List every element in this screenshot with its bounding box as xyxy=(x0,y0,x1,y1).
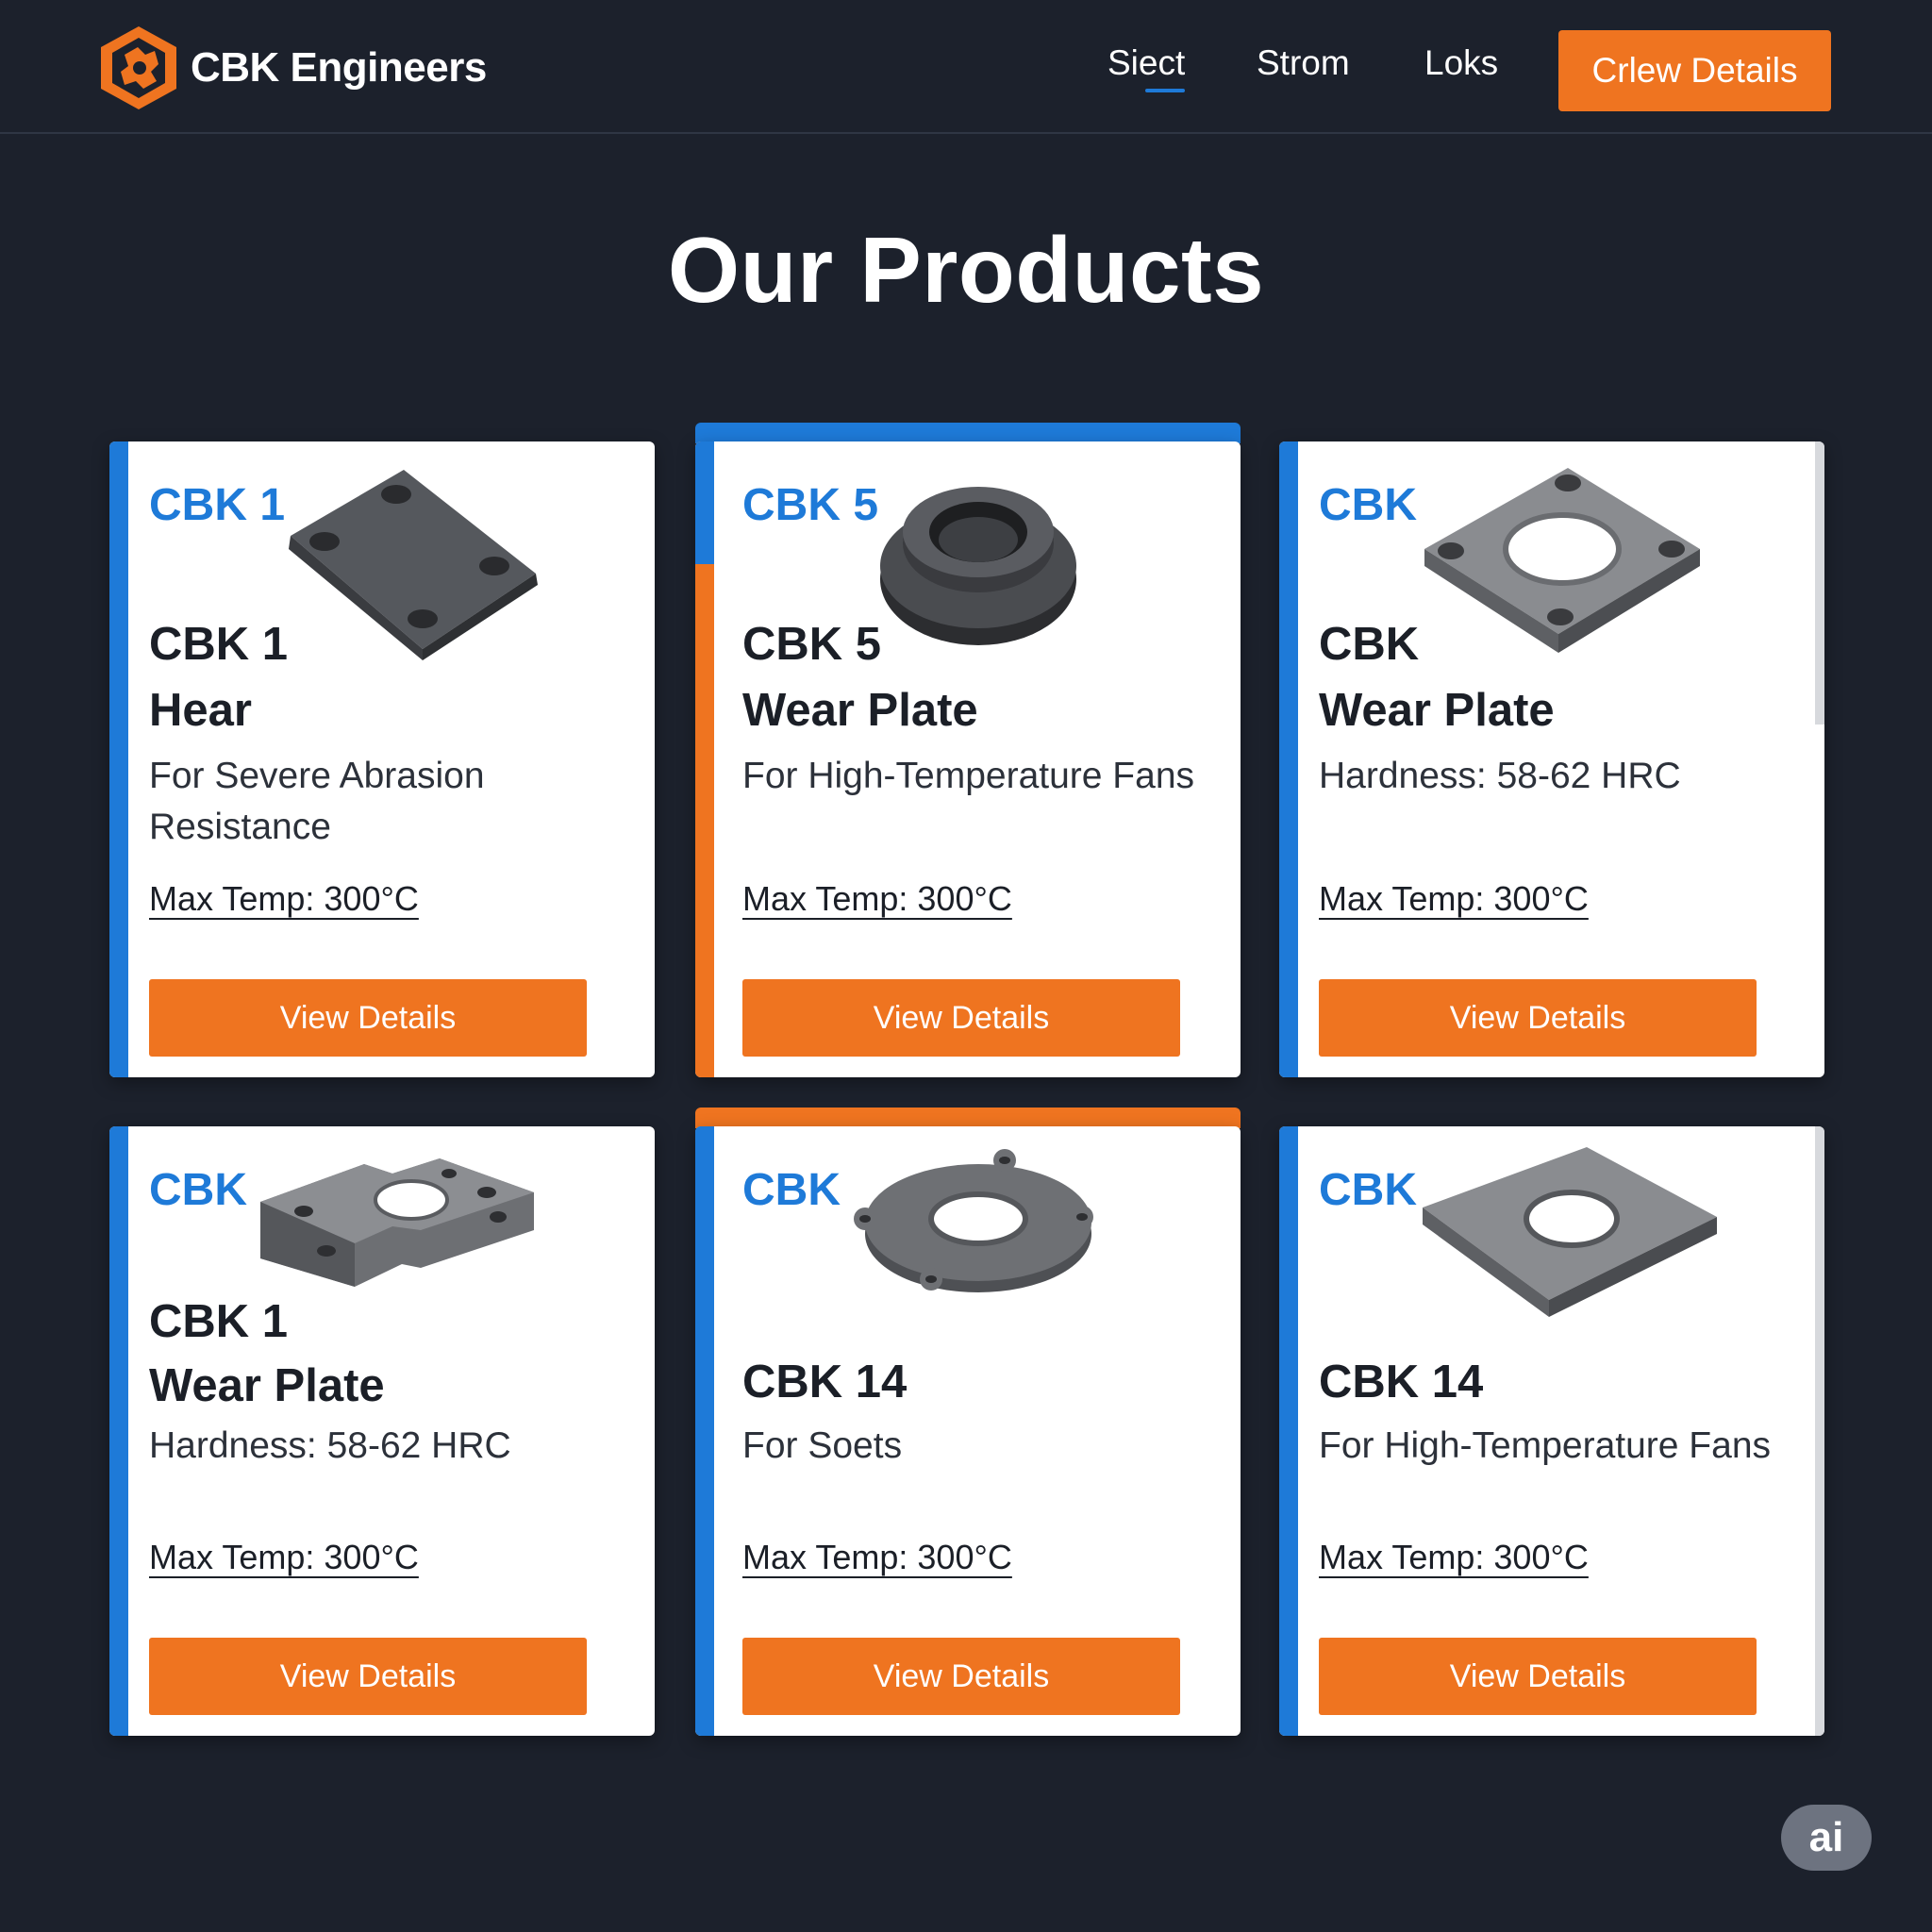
product-code: CBK xyxy=(1319,1165,1417,1215)
product-description: For Severe Abrasion Resistance xyxy=(149,756,485,847)
product-max-temp: Max Temp: 300°C xyxy=(149,1538,419,1576)
product-card: CBK CBK 14 For High-Temperature Fans Max… xyxy=(1279,1126,1824,1736)
card-accent-stripe xyxy=(109,1126,128,1736)
view-details-button[interactable]: View Details xyxy=(742,1638,1180,1715)
card-accent-stripe xyxy=(1279,1126,1298,1736)
product-name: CBK 14 xyxy=(1319,1357,1484,1407)
card-accent-stripe xyxy=(695,441,714,1077)
round-flange-icon xyxy=(854,1149,1093,1292)
product-max-temp: Max Temp: 300°C xyxy=(742,879,1012,918)
product-card: CBK CBK 14 For Soets Max Temp: 300°C Vie… xyxy=(695,1126,1241,1736)
product-max-temp: Max Temp: 300°C xyxy=(149,879,419,918)
product-code: CBK xyxy=(1319,480,1417,530)
card-accent-stripe xyxy=(695,1126,714,1736)
view-details-button[interactable]: View Details xyxy=(1319,1638,1757,1715)
product-subname: Wear Plate xyxy=(1319,685,1555,736)
product-code: CBK 1 xyxy=(149,480,286,530)
product-subname: Wear Plate xyxy=(742,685,978,736)
product-code: CBK xyxy=(742,1165,841,1215)
card-scrollbar[interactable] xyxy=(1815,441,1824,724)
header-details-button[interactable]: Crlew Details xyxy=(1558,30,1831,111)
product-description: For High-Temperature Fans xyxy=(1319,1425,1772,1466)
product-max-temp: Max Temp: 300°C xyxy=(1319,879,1589,918)
product-card: CBK 5 CBK 5 Wear Plate For High-Temperat… xyxy=(695,441,1241,1077)
nav-link-siect[interactable]: Siect xyxy=(1108,43,1186,92)
product-card: CBK 1 CBK 1 Hear For Severe Abrasion Res… xyxy=(109,441,655,1077)
ai-assistant-badge[interactable]: ai xyxy=(1781,1805,1872,1871)
product-subname: Hear xyxy=(149,685,252,736)
ring-bushing-icon xyxy=(880,487,1076,645)
washer-plate-icon xyxy=(1423,1147,1717,1317)
product-max-temp: Max Temp: 300°C xyxy=(1319,1538,1589,1576)
card-accent-stripe xyxy=(1279,441,1298,1077)
product-name: CBK 5 xyxy=(742,619,882,670)
flange-plate-icon xyxy=(1424,468,1700,653)
product-name: CBK 1 xyxy=(149,619,289,670)
brand[interactable]: CBK Engineers xyxy=(96,23,487,113)
product-name: CBK xyxy=(1319,619,1420,670)
product-description: Hardness: 58-62 HRC xyxy=(149,1425,511,1466)
nav-link-loks[interactable]: Loks xyxy=(1424,43,1498,83)
view-details-button[interactable]: View Details xyxy=(1319,979,1757,1057)
cbk-logo-icon xyxy=(101,26,176,109)
square-plate-icon xyxy=(289,470,538,660)
product-description: For High-Temperature Fans xyxy=(742,756,1195,796)
product-name: CBK 1 xyxy=(149,1296,289,1347)
product-subname: Wear Plate xyxy=(149,1360,385,1411)
view-details-button[interactable]: View Details xyxy=(149,979,587,1057)
product-code: CBK 5 xyxy=(742,480,879,530)
site-header: CBK Engineers Siect Strom Loks Crlew Det… xyxy=(0,0,1932,134)
card-top-accent xyxy=(695,423,1241,443)
product-description: Hardness: 58-62 HRC xyxy=(1319,756,1681,796)
product-name: CBK 14 xyxy=(742,1357,908,1407)
brand-name: CBK Engineers xyxy=(191,44,487,91)
card-top-accent xyxy=(695,1108,1241,1128)
page-title: Our Products xyxy=(667,218,1265,322)
card-scrollbar[interactable] xyxy=(1815,1126,1824,1736)
product-max-temp: Max Temp: 300°C xyxy=(742,1538,1012,1576)
product-description: For Soets xyxy=(742,1425,903,1466)
product-code: CBK xyxy=(149,1165,247,1215)
view-details-button[interactable]: View Details xyxy=(149,1638,587,1715)
view-details-button[interactable]: View Details xyxy=(742,979,1180,1057)
card-accent-stripe xyxy=(109,441,128,1077)
product-card: CBK CBK Wear Plate Hardness: 58-62 HRC M… xyxy=(1279,441,1824,1077)
notched-plate-icon xyxy=(260,1158,534,1287)
nav-link-strom[interactable]: Strom xyxy=(1257,43,1350,83)
product-card: CBK CBK 1 Wear Plate Hardness: 58-62 HRC… xyxy=(109,1126,655,1736)
